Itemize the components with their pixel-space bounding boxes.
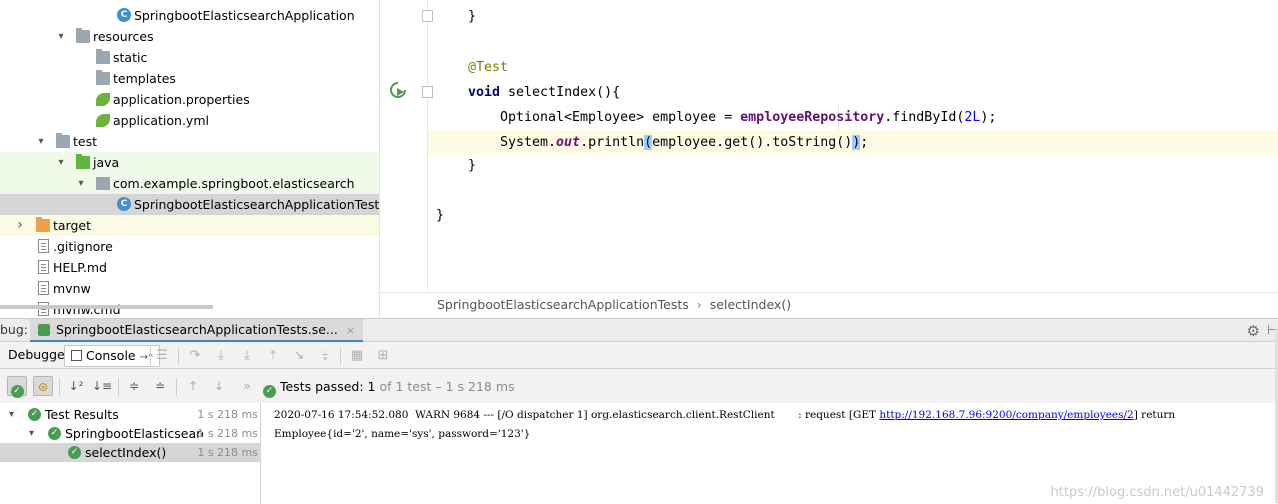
file-icon	[38, 260, 49, 274]
test-config-icon	[38, 324, 50, 336]
sort-alpha-icon[interactable]: ↓²	[66, 376, 86, 396]
code-line: }	[468, 9, 477, 24]
test-status: ✓ Tests passed: 1 of 1 test – 1 s 218 ms	[263, 379, 515, 398]
close-icon[interactable]: ×	[346, 324, 355, 337]
passed-icon: ✓	[28, 408, 41, 421]
test-results-tree: ▾ ✓ Test Results 1 s 218 ms ▾ ✓ Springbo…	[0, 403, 261, 504]
tree-item-mvnw[interactable]: mvnw	[0, 278, 379, 299]
breadcrumb: SpringbootElasticsearchApplicationTests ›…	[380, 292, 1278, 318]
tree-item-templates[interactable]: templates	[0, 68, 379, 89]
chevron-down-icon[interactable]: ▾	[35, 131, 47, 152]
calculator-icon[interactable]: ▦	[348, 347, 366, 365]
breadcrumb-method[interactable]: selectIndex()	[710, 297, 791, 312]
spring-config-icon	[96, 114, 110, 127]
debug-header: bug: SpringbootElasticsearchApplicationT…	[0, 319, 1278, 342]
sort-duration-icon[interactable]: ↓≡	[92, 376, 112, 396]
folder-icon	[56, 133, 70, 148]
code-line: }	[468, 158, 477, 173]
show-execution-point-icon[interactable]: ↷	[186, 347, 204, 365]
spring-config-icon	[96, 93, 110, 106]
test-result-row[interactable]: ▾ ✓ Test Results 1 s 218 ms	[0, 405, 261, 424]
excluded-folder-icon	[36, 217, 50, 232]
list-icon[interactable]: ☰	[153, 347, 171, 365]
code-line: void selectIndex(){	[468, 85, 621, 100]
console-line: 2020-07-16 17:54:52.080 WARN 9684 --- [/…	[274, 409, 1176, 421]
tree-item-target[interactable]: › target	[0, 215, 379, 236]
debug-session-tab[interactable]: SpringbootElasticsearchApplicationTests.…	[30, 319, 364, 342]
console-line: Employee{id='2', name='sys', password='1…	[274, 428, 531, 440]
tree-item-java[interactable]: ▾ java	[0, 152, 379, 173]
chevron-right-icon[interactable]: ›	[14, 215, 26, 236]
file-icon	[38, 239, 49, 253]
class-icon: C	[117, 197, 131, 211]
tree-item-resources[interactable]: ▾ resources	[0, 26, 379, 47]
folder-icon	[96, 49, 110, 64]
tree-item-application-yml[interactable]: application.yml	[0, 110, 379, 131]
tree-item-static[interactable]: static	[0, 47, 379, 68]
chevron-down-icon[interactable]: ▾	[9, 405, 14, 424]
show-passed-icon[interactable]: ✓	[7, 376, 27, 398]
run-test-icon[interactable]	[388, 80, 408, 100]
code-line: Optional<Employee> employee = employeeRe…	[500, 110, 997, 125]
chevron-down-icon[interactable]: ▾	[75, 173, 87, 194]
code-line: }	[436, 208, 445, 223]
code-line-current: System.out.println(employee.get().toStri…	[428, 130, 1278, 155]
code-line: @Test	[468, 60, 509, 75]
chevron-down-icon[interactable]: ▾	[29, 424, 34, 443]
folder-icon	[96, 70, 110, 85]
spring-class-icon: C	[117, 8, 131, 22]
tree-item-gitignore[interactable]: .gitignore	[0, 236, 379, 257]
console-icon	[71, 350, 82, 361]
tree-item-tests-class[interactable]: C SpringbootElasticsearchApplicationTest…	[0, 194, 379, 215]
step-out-icon[interactable]: ⤒	[264, 347, 282, 365]
tree-item-application-class[interactable]: C SpringbootElasticsearchApplication	[0, 5, 379, 26]
passed-icon: ✓	[48, 427, 61, 440]
console-link[interactable]: http://192.168.7.96:9200/company/employe…	[879, 409, 1133, 421]
debug-panel: bug: SpringbootElasticsearchApplicationT…	[0, 318, 1278, 504]
debug-tabs: Debugger Console →* ☰ ↷ ⤓ ⤓ ⤒ ↘ ⤈ ▦ ⊞	[0, 343, 1278, 369]
passed-icon: ✓	[263, 385, 276, 398]
test-toolbar: ✓ ⊜ ↓² ↓≡ ≑ ≐ ↑ ↓ » ✓ Tests passed: 1 of…	[0, 370, 1278, 402]
file-icon	[38, 281, 49, 295]
breadcrumb-class[interactable]: SpringbootElasticsearchApplicationTests	[437, 297, 689, 312]
project-tree: C SpringbootElasticsearchApplication ▾ r…	[0, 0, 380, 318]
folder-icon	[76, 28, 90, 43]
code-editor[interactable]: } @Test void selectIndex(){ Optional<Emp…	[380, 0, 1278, 318]
step-into-icon[interactable]: ⤓	[238, 347, 256, 365]
test-result-row[interactable]: ▾ ✓ SpringbootElasticsearch 1 s 218 ms	[0, 424, 261, 443]
gear-icon[interactable]: ⚙	[1247, 322, 1260, 340]
evaluate-icon[interactable]: ⤈	[316, 347, 334, 365]
trace-icon[interactable]: ⊞	[374, 347, 392, 365]
package-icon	[96, 177, 110, 190]
run-to-cursor-icon[interactable]: ↘	[290, 347, 308, 365]
console-output[interactable]: 2020-07-16 17:54:52.080 WARN 9684 --- [/…	[261, 403, 1278, 504]
debug-label: bug:	[0, 322, 29, 337]
editor-gutter	[380, 0, 428, 292]
test-result-row[interactable]: ✓ selectIndex() 1 s 218 ms	[0, 443, 261, 462]
tree-item-help-md[interactable]: HELP.md	[0, 257, 379, 278]
next-failed-icon[interactable]: ↓	[209, 376, 229, 396]
tree-item-application-properties[interactable]: application.properties	[0, 89, 379, 110]
show-ignored-icon[interactable]: ⊜	[33, 376, 53, 396]
watermark: https://blog.csdn.net/u01442739	[1050, 485, 1264, 500]
test-folder-icon	[76, 154, 90, 169]
chevron-down-icon[interactable]: ▾	[55, 152, 67, 173]
passed-icon: ✓	[68, 446, 81, 459]
tree-item-package[interactable]: ▾ com.example.springboot.elasticsearch	[0, 173, 379, 194]
collapse-all-icon[interactable]: ≐	[150, 376, 170, 396]
horizontal-scrollbar[interactable]	[0, 305, 213, 309]
breadcrumb-separator: ›	[696, 297, 702, 312]
step-over-icon[interactable]: ⤓	[212, 347, 230, 365]
previous-failed-icon[interactable]: ↑	[183, 376, 203, 396]
tab-console[interactable]: Console →*	[64, 345, 160, 367]
tree-item-test[interactable]: ▾ test	[0, 131, 379, 152]
expand-all-icon[interactable]: ≑	[124, 376, 144, 396]
chevron-down-icon[interactable]: ▾	[55, 26, 67, 47]
more-icon[interactable]: »	[237, 376, 257, 396]
